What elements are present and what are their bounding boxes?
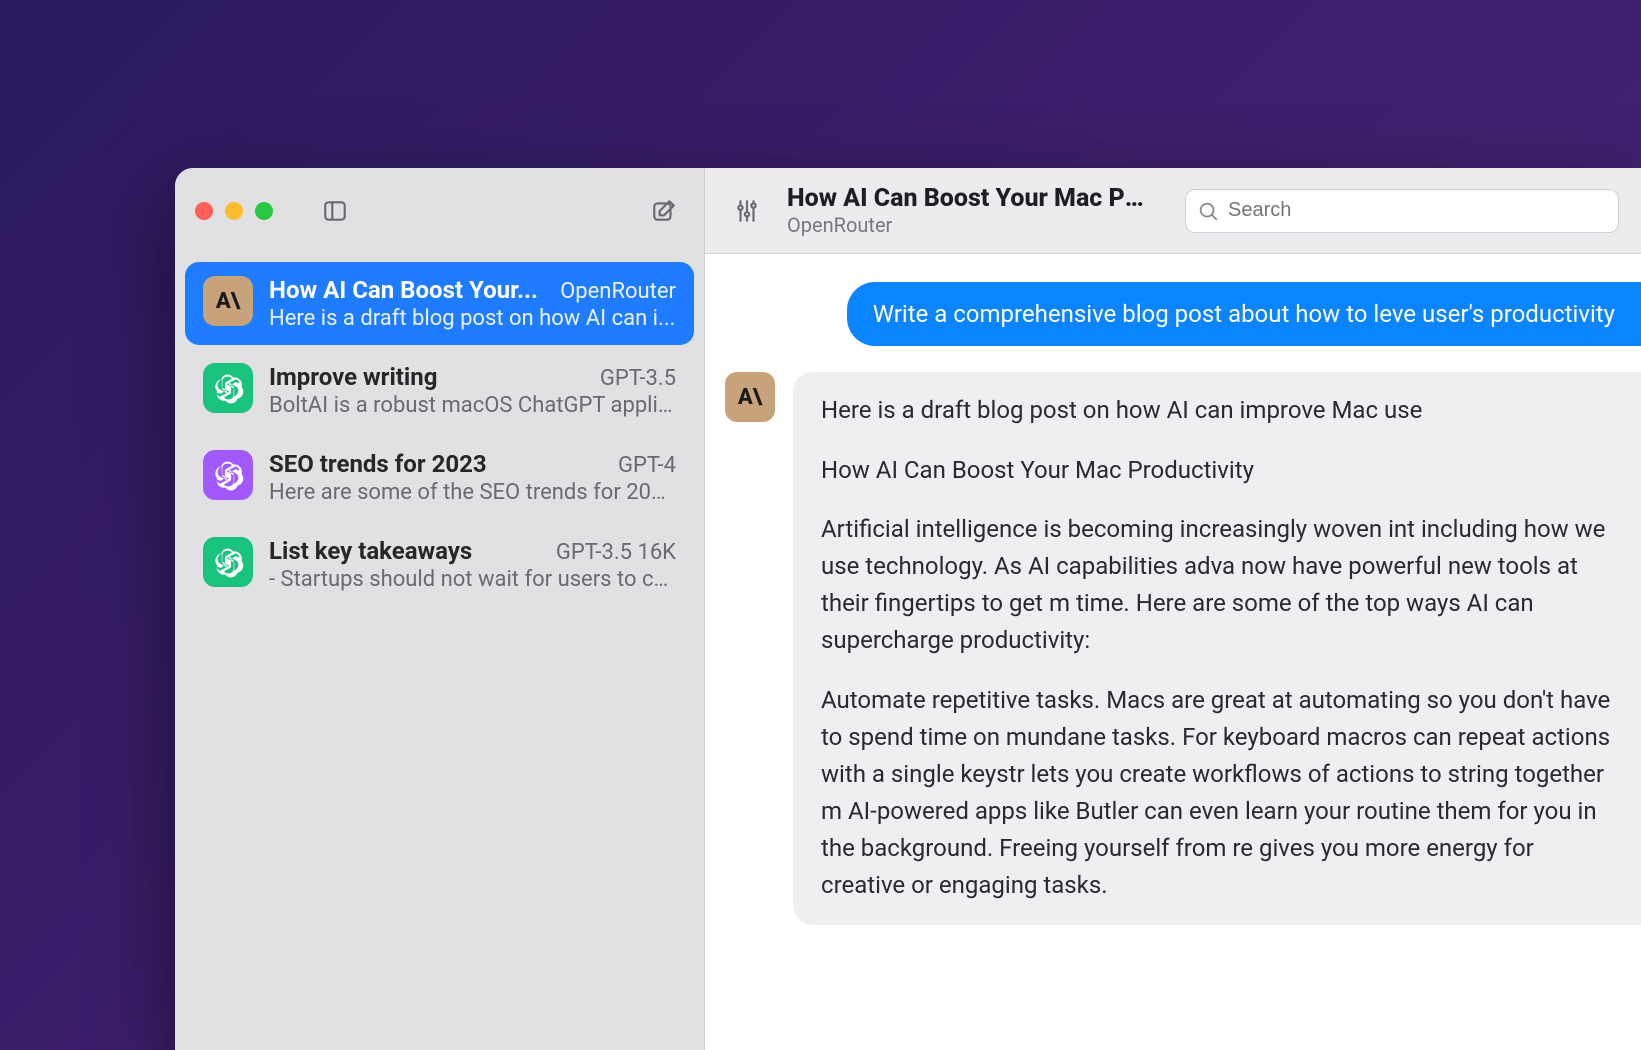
- conversation-list: A\ How AI Can Boost Your... OpenRouter H…: [175, 254, 704, 614]
- conversation-preview: Here are some of the SEO trends for 202.…: [269, 480, 676, 505]
- openai-icon: [203, 450, 253, 500]
- conversation-title: List key takeaways: [269, 537, 472, 565]
- user-message: Write a comprehensive blog post about ho…: [847, 282, 1641, 346]
- openai-icon: [203, 537, 253, 587]
- conversation-title: Improve writing: [269, 363, 437, 391]
- conversation-model: GPT-3.5 16K: [556, 540, 676, 565]
- assistant-message-row: A\ Here is a draft blog post on how AI c…: [705, 372, 1641, 924]
- conversation-model: GPT-3.5: [600, 366, 676, 391]
- conversation-preview: BoltAI is a robust macOS ChatGPT applic.…: [269, 393, 676, 418]
- conversation-title: SEO trends for 2023: [269, 450, 487, 478]
- page-subtitle: OpenRouter: [787, 213, 1147, 237]
- search-input[interactable]: [1185, 189, 1619, 233]
- page-title: How AI Can Boost Your Mac Pr...: [787, 184, 1147, 213]
- compose-icon: [651, 198, 677, 224]
- assistant-paragraph: Artificial intelligence is becoming incr…: [821, 511, 1613, 660]
- minimize-window-button[interactable]: [225, 202, 243, 220]
- assistant-message: Here is a draft blog post on how AI can …: [793, 372, 1641, 924]
- toggle-sidebar-button[interactable]: [315, 191, 355, 231]
- assistant-paragraph: Automate repetitive tasks. Macs are grea…: [821, 682, 1613, 905]
- window-controls: [195, 202, 273, 220]
- fullscreen-window-button[interactable]: [255, 202, 273, 220]
- conversation-item[interactable]: A\ How AI Can Boost Your... OpenRouter H…: [185, 262, 694, 345]
- search-icon: [1197, 200, 1219, 222]
- conversation-title: How AI Can Boost Your...: [269, 276, 538, 304]
- assistant-paragraph: Here is a draft blog post on how AI can …: [821, 392, 1613, 429]
- settings-button[interactable]: [727, 191, 767, 231]
- new-chat-button[interactable]: [644, 191, 684, 231]
- conversation-model: OpenRouter: [560, 279, 676, 304]
- conversation-item[interactable]: Improve writing GPT-3.5 BoltAI is a robu…: [185, 349, 694, 432]
- assistant-paragraph: How AI Can Boost Your Mac Productivity: [821, 452, 1613, 489]
- conversation-preview: Here is a draft blog post on how AI can …: [269, 306, 676, 331]
- openai-icon: [203, 363, 253, 413]
- anthropic-icon: A\: [203, 276, 253, 326]
- main-toolbar: How AI Can Boost Your Mac Pr... OpenRout…: [705, 168, 1641, 254]
- close-window-button[interactable]: [195, 202, 213, 220]
- conversation-preview: - Startups should not wait for users to …: [269, 567, 676, 592]
- header-titles: How AI Can Boost Your Mac Pr... OpenRout…: [787, 184, 1147, 237]
- conversation-item[interactable]: SEO trends for 2023 GPT-4 Here are some …: [185, 436, 694, 519]
- conversation-item[interactable]: List key takeaways GPT-3.5 16K - Startup…: [185, 523, 694, 606]
- main-panel: How AI Can Boost Your Mac Pr... OpenRout…: [705, 168, 1641, 1050]
- conversation-model: GPT-4: [618, 453, 676, 478]
- sidebar-toolbar: [175, 168, 704, 254]
- chat-body: Write a comprehensive blog post about ho…: [705, 254, 1641, 1050]
- sidebar-icon: [322, 198, 348, 224]
- assistant-avatar: A\: [725, 372, 775, 422]
- app-window: A\ How AI Can Boost Your... OpenRouter H…: [175, 168, 1641, 1050]
- sidebar: A\ How AI Can Boost Your... OpenRouter H…: [175, 168, 705, 1050]
- sliders-icon: [734, 198, 760, 224]
